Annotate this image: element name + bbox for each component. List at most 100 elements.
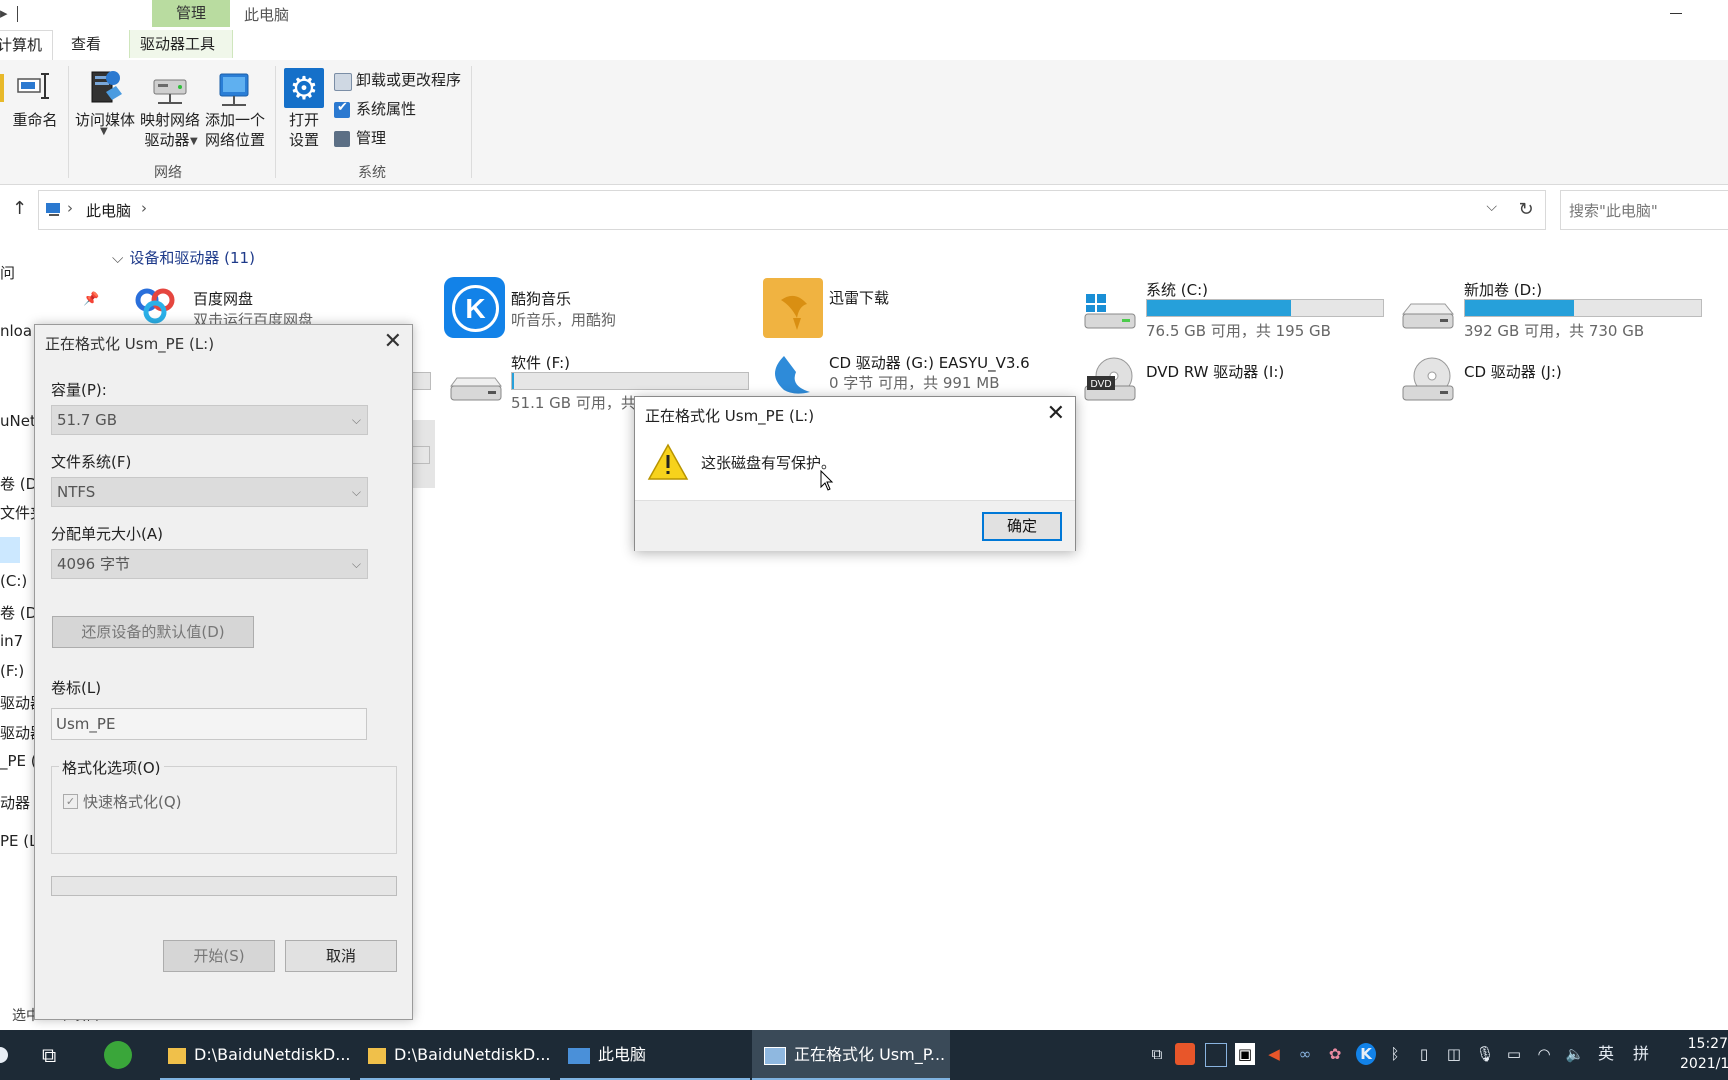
- tray-app-icon[interactable]: [1175, 1043, 1195, 1065]
- system-properties-button[interactable]: 系统属性: [356, 100, 416, 119]
- tray-baidu-icon[interactable]: ∞: [1295, 1043, 1315, 1065]
- rename-icon[interactable]: [17, 72, 51, 100]
- ime-mode[interactable]: 拼: [1631, 1043, 1651, 1065]
- taskbar-item-explorer-1[interactable]: D:\BaiduNetdiskD...: [160, 1030, 351, 1080]
- item-f-name[interactable]: 软件 (F:): [511, 352, 570, 373]
- network-location-icon[interactable]: [214, 72, 254, 108]
- system-drive-icon[interactable]: [1082, 290, 1138, 334]
- quick-access-chevron[interactable]: ▸: [0, 4, 8, 22]
- taskbar-item-this-pc[interactable]: 此电脑: [560, 1030, 750, 1080]
- item-g-name[interactable]: CD 驱动器 (G:) EASYU_V3.6: [829, 352, 1030, 373]
- chevron-down-icon: ⌵: [351, 413, 361, 427]
- tray-window-icon[interactable]: ⧉: [1147, 1043, 1167, 1065]
- add-network-location-line2[interactable]: 网络位置: [202, 131, 268, 150]
- context-tab-manage[interactable]: 管理: [152, 0, 230, 27]
- breadcrumb-chevron-icon[interactable]: ›: [141, 199, 147, 217]
- nav-item-downloads[interactable]: nloa: [0, 322, 32, 340]
- cd-drive-icon[interactable]: [1400, 356, 1456, 406]
- cancel-button[interactable]: 取消: [285, 940, 397, 972]
- system-clock[interactable]: 15:27 2021/1: [1680, 1034, 1728, 1074]
- nav-item-baidunet[interactable]: uNet: [0, 412, 36, 430]
- refresh-button[interactable]: ↻: [1507, 190, 1546, 230]
- nav-item-c[interactable]: (C:): [0, 572, 27, 590]
- search-input[interactable]: 搜索"此电脑": [1560, 190, 1728, 230]
- bluetooth-icon[interactable]: ᛒ: [1385, 1043, 1405, 1065]
- nav-item-f[interactable]: (F:): [0, 662, 24, 680]
- tray-kugou-icon[interactable]: K: [1356, 1043, 1376, 1065]
- address-dropdown-chevron-icon[interactable]: ⌵: [1486, 199, 1497, 215]
- uninstall-programs-button[interactable]: 卸载或更改程序: [356, 71, 461, 90]
- item-j-name[interactable]: CD 驱动器 (J:): [1464, 361, 1562, 382]
- baidu-netdisk-icon[interactable]: [130, 280, 180, 328]
- map-drive-icon[interactable]: [150, 72, 190, 106]
- taskbar-item-format[interactable]: 正在格式化 Usm_P...: [752, 1030, 950, 1080]
- cd-drive-easyu-icon[interactable]: [766, 350, 818, 396]
- tray-volume-app-icon[interactable]: ◀: [1264, 1043, 1284, 1065]
- tab-drive-tools[interactable]: 驱动器工具: [129, 30, 233, 58]
- breadcrumb-this-pc[interactable]: 此电脑: [86, 200, 131, 221]
- disk-drive-icon[interactable]: [1400, 300, 1456, 336]
- disk-drive-icon[interactable]: [448, 376, 504, 406]
- rename-button[interactable]: 重命名: [8, 111, 62, 130]
- browser-icon[interactable]: [104, 1041, 132, 1069]
- nav-item-d[interactable]: 卷 (D: [0, 602, 37, 623]
- task-view-icon[interactable]: ⧉: [42, 1043, 56, 1067]
- settings-gear-icon[interactable]: ⚙: [284, 68, 324, 108]
- minimize-button[interactable]: [1666, 0, 1686, 26]
- ime-language[interactable]: 英: [1596, 1043, 1616, 1065]
- item-i-name[interactable]: DVD RW 驱动器 (I:): [1146, 361, 1284, 382]
- manage-button[interactable]: 管理: [356, 129, 386, 148]
- media-icon[interactable]: [84, 68, 124, 108]
- item-d-name[interactable]: 新加卷 (D:): [1464, 279, 1542, 300]
- section-header-devices[interactable]: ⌵ 设备和驱动器 (11): [112, 247, 255, 268]
- kugou-icon[interactable]: K: [444, 277, 505, 338]
- usb-drive-icon[interactable]: ▯: [1414, 1043, 1434, 1065]
- allocation-select[interactable]: 4096 字节 ⌵: [51, 549, 368, 579]
- xunlei-icon[interactable]: [763, 278, 823, 338]
- tray-flower-icon[interactable]: ✿: [1325, 1043, 1345, 1065]
- close-icon[interactable]: ✕: [1047, 401, 1065, 426]
- close-icon[interactable]: ✕: [384, 329, 402, 354]
- nav-item-volume-d[interactable]: 卷 (D: [0, 473, 37, 494]
- up-arrow-icon[interactable]: ↑: [12, 198, 27, 219]
- tray-wifi-app-icon[interactable]: ◫: [1444, 1043, 1464, 1065]
- tray-network-app-icon[interactable]: [1205, 1043, 1227, 1067]
- open-settings-line2[interactable]: 设置: [284, 131, 324, 150]
- quick-format-label[interactable]: 快速格式化(Q): [83, 791, 182, 812]
- quick-format-checkbox[interactable]: ✓: [63, 794, 78, 809]
- add-network-location-button[interactable]: 添加一个: [202, 111, 268, 130]
- item-baidu-name[interactable]: 百度网盘: [193, 288, 253, 309]
- map-drive-button-line2[interactable]: 驱动器: [137, 131, 197, 150]
- item-xunlei-name[interactable]: 迅雷下载: [829, 287, 889, 308]
- restore-defaults-button[interactable]: 还原设备的默认值(D): [52, 616, 254, 648]
- item-kugou-sub: 听音乐，用酷狗: [511, 311, 617, 329]
- drive-d-usage-fill: [1465, 300, 1574, 316]
- item-kugou-name[interactable]: 酷狗音乐: [511, 288, 571, 309]
- volume-label-input[interactable]: Usm_PE: [51, 708, 367, 740]
- breadcrumb-chevron-icon[interactable]: ›: [67, 199, 73, 217]
- taskbar-item-explorer-2[interactable]: D:\BaiduNetdiskD...: [360, 1030, 551, 1080]
- refresh-icon: ↻: [1518, 199, 1534, 220]
- address-bar[interactable]: › 此电脑 › ⌵: [38, 190, 1508, 230]
- tab-computer[interactable]: 计算机: [0, 30, 54, 61]
- open-settings-button[interactable]: 打开: [284, 111, 324, 130]
- wifi-icon[interactable]: ◠: [1534, 1043, 1554, 1065]
- ok-button[interactable]: 确定: [982, 512, 1062, 541]
- nav-item-usm-pe[interactable]: _PE (: [0, 752, 37, 770]
- nav-item-drive-3[interactable]: 动器: [0, 792, 30, 813]
- filesystem-select[interactable]: NTFS ⌵: [51, 477, 368, 507]
- drive-d-usage-bar: [1464, 299, 1702, 317]
- tab-view[interactable]: 查看: [61, 30, 111, 58]
- start-button[interactable]: 开始(S): [163, 940, 275, 972]
- nav-item-quick-access[interactable]: 问: [0, 262, 15, 283]
- checkmark-icon: ✔: [337, 100, 348, 115]
- map-drive-button[interactable]: 映射网络: [137, 111, 203, 130]
- microphone-icon[interactable]: 🎙: [1475, 1043, 1495, 1065]
- battery-icon[interactable]: ▭: [1504, 1043, 1524, 1065]
- volume-icon[interactable]: 🔈: [1565, 1043, 1585, 1065]
- dvd-drive-icon[interactable]: DVD: [1082, 356, 1138, 406]
- tray-video-icon[interactable]: ▣: [1235, 1043, 1255, 1065]
- capacity-select[interactable]: 51.7 GB ⌵: [51, 405, 368, 435]
- item-c-name[interactable]: 系统 (C:): [1146, 279, 1208, 300]
- nav-item-win7[interactable]: in7: [0, 632, 23, 650]
